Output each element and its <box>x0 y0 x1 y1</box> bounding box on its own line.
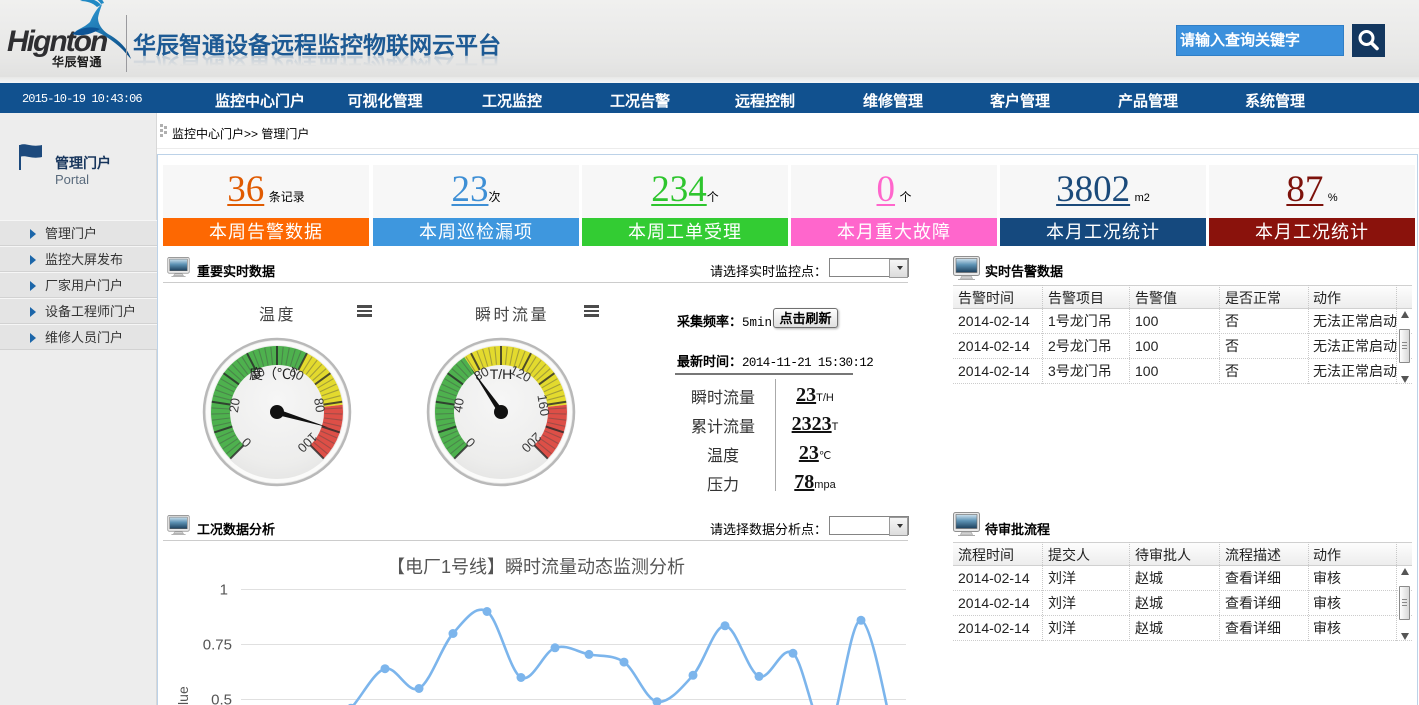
svg-text:度（℃）: 度（℃） <box>249 366 305 382</box>
svg-text:40: 40 <box>450 397 467 414</box>
svg-text:value: value <box>175 686 191 705</box>
svg-text:0.5: 0.5 <box>211 692 232 705</box>
svg-text:0.75: 0.75 <box>203 637 232 654</box>
svg-text:80: 80 <box>311 397 328 414</box>
svg-text:20: 20 <box>226 397 243 414</box>
svg-text:1: 1 <box>220 582 228 599</box>
svg-text:T/H: T/H <box>490 366 513 382</box>
